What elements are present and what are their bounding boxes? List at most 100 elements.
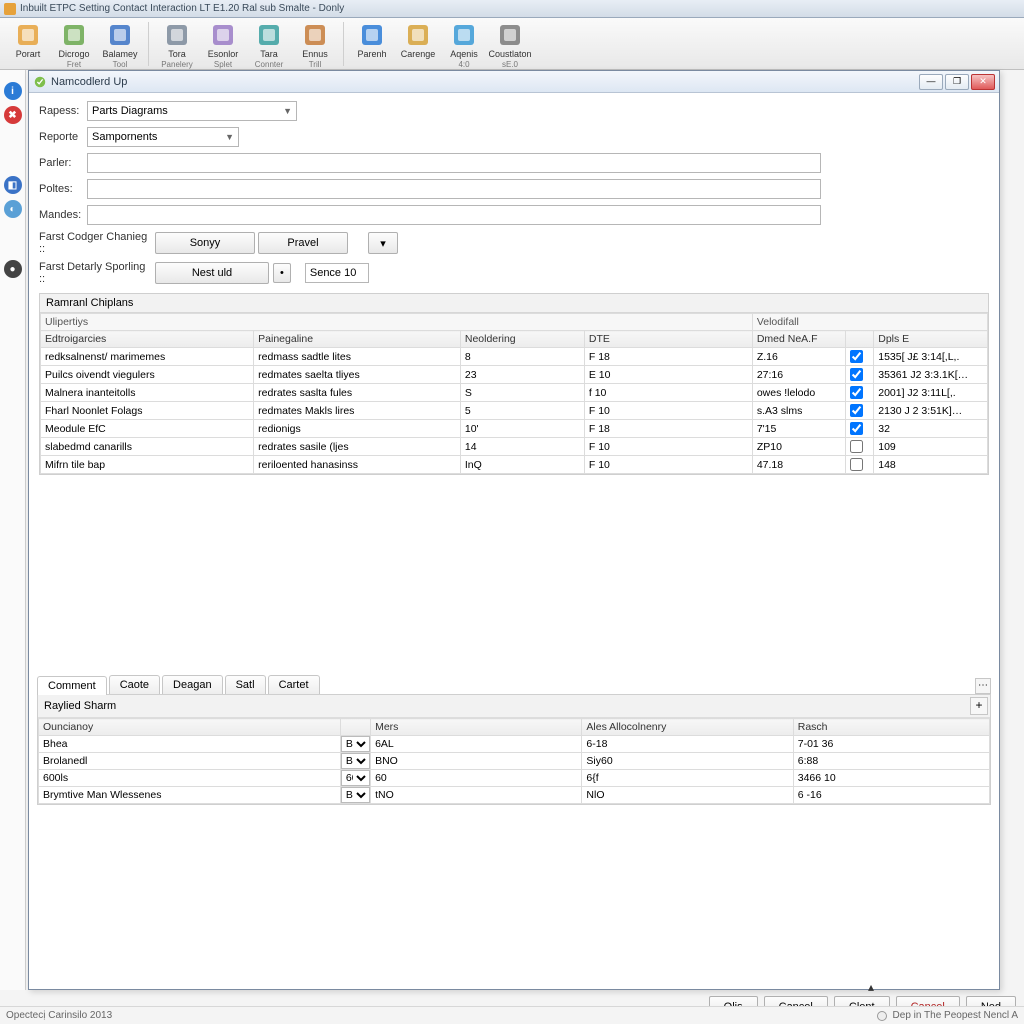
row-checkbox[interactable] xyxy=(850,404,863,417)
grid-section: Ramranl Chiplans Ulipertiys Velodifall E… xyxy=(39,293,989,475)
table-row[interactable]: 600ls600ls606{f3466 10 xyxy=(39,770,990,787)
parler-input[interactable] xyxy=(87,153,821,173)
ribbon-tool-1[interactable]: DicrogoFret xyxy=(52,20,96,71)
table-row[interactable]: redksalnenst/ marimemesredmass sadtle li… xyxy=(41,348,988,366)
row-select[interactable]: 600ls xyxy=(341,770,370,786)
row-select[interactable]: Brymtive Man Wlessenes xyxy=(341,787,370,803)
subpanel-table: Ouncianoy MersAles AllocolnenryRasch Bhea… xyxy=(38,718,990,804)
ribbon-tool-9[interactable]: Aqenis4:0 xyxy=(442,20,486,71)
leftpanel-icon-2[interactable]: ✖ xyxy=(4,106,22,124)
subpanel-add-button[interactable]: + xyxy=(970,697,988,715)
tab-cartet[interactable]: Cartet xyxy=(268,675,320,694)
nest-button[interactable]: Nest uld xyxy=(155,262,269,284)
chevron-down-icon: ▾ xyxy=(380,237,386,250)
grid-col-header[interactable]: Edtroigarcies xyxy=(41,331,254,348)
grid-col-header[interactable]: Neoldering xyxy=(460,331,584,348)
lower-tabs: CommentCaoteDeaganSatlCartet ⋯ xyxy=(29,675,999,694)
row-checkbox[interactable] xyxy=(850,350,863,363)
ribbon-toolbar: PorartDicrogoFretBalameyTool ToraPanelery… xyxy=(0,18,1024,70)
row-checkbox[interactable] xyxy=(850,368,863,381)
app-icon xyxy=(4,3,16,15)
codger-dropdown-button[interactable]: ▾ xyxy=(368,232,398,254)
reporte-label: Reporte xyxy=(39,131,83,143)
dialog-window: Namcodlerd Up — ❐ ✕ Rapess: Parts Diagra… xyxy=(28,70,1000,990)
row-checkbox[interactable] xyxy=(850,440,863,453)
subpanel-col-header[interactable]: Mers xyxy=(371,719,582,736)
subpanel-col-header[interactable]: Ales Allocolnenry xyxy=(582,719,793,736)
nest-split-button[interactable]: • xyxy=(273,263,291,283)
pravel-button[interactable]: Pravel xyxy=(258,232,348,254)
table-row[interactable]: Mifrn tile bapreriloented hanasinssInQF … xyxy=(41,456,988,474)
status-bar: Opectecị Carinsilo 2013 Dep in The Peope… xyxy=(0,1006,1024,1024)
table-row[interactable]: Puilcs oivendt viegulersredmates saelta … xyxy=(41,366,988,384)
dialog-titlebar: Namcodlerd Up — ❐ ✕ xyxy=(29,71,999,93)
poltes-input[interactable] xyxy=(87,179,821,199)
rapess-label: Rapess: xyxy=(39,105,83,117)
ribbon-tool-2[interactable]: BalameyTool xyxy=(98,20,142,71)
parler-label: Parler: xyxy=(39,157,83,169)
chevron-down-icon: ▼ xyxy=(225,132,234,142)
row-checkbox[interactable] xyxy=(850,386,863,399)
tabs-overflow-button[interactable]: ⋯ xyxy=(975,678,991,694)
grid-subhead-right: Velodifall xyxy=(752,314,987,331)
table-row[interactable]: BrolanedlBrolanedlBNOSiy606:88 xyxy=(39,753,990,770)
table-row[interactable]: BheaBhea6AL6-187-01 36 xyxy=(39,736,990,753)
close-button[interactable]: ✕ xyxy=(971,74,995,90)
subpanel-col-header[interactable] xyxy=(340,719,370,736)
subpanel-title: Raylied Sharm xyxy=(38,697,968,715)
row-select[interactable]: Bhea xyxy=(341,736,370,752)
ribbon-tool-7[interactable]: Parenh xyxy=(350,20,394,63)
poltes-label: Poltes: xyxy=(39,183,83,195)
sence-field[interactable]: Sence 10 xyxy=(305,263,369,283)
mandes-label: Mandes: xyxy=(39,209,83,221)
leftpanel-icon-3[interactable]: ◧ xyxy=(4,176,22,194)
table-row[interactable]: Meodule EfCredionigs10'F 187'1532 xyxy=(41,420,988,438)
ribbon-tool-5[interactable]: TaraConnter xyxy=(247,20,291,71)
sonyy-button[interactable]: Sonyy xyxy=(155,232,255,254)
status-right: Dep in The Peopest Nencl A xyxy=(893,1010,1018,1021)
ribbon-tool-6[interactable]: EnnusTrill xyxy=(293,20,337,71)
table-row[interactable]: Brymtive Man WlessenesBrymtive Man Wless… xyxy=(39,787,990,804)
subpanel-col-header[interactable]: Rasch xyxy=(793,719,989,736)
subpanel-col-header[interactable]: Ouncianoy xyxy=(39,719,341,736)
ribbon-tool-3[interactable]: ToraPanelery xyxy=(155,20,199,71)
reporte-value: Sampornents xyxy=(92,131,157,143)
leftpanel-icon-4[interactable]: ◐ xyxy=(4,200,22,218)
leftpanel-icon-1[interactable]: i xyxy=(4,82,22,100)
dialog-icon xyxy=(33,75,47,89)
row-select[interactable]: Brolanedl xyxy=(341,753,370,769)
grid-col-header[interactable]: DTE xyxy=(584,331,752,348)
ribbon-tool-10[interactable]: CoustlatonsE.0 xyxy=(488,20,532,71)
app-titlebar: Inbuilt ETPC Setting Contact Interaction… xyxy=(0,0,1024,18)
tab-comment[interactable]: Comment xyxy=(37,676,107,695)
status-left: Opectecị Carinsilo 2013 xyxy=(6,1010,112,1021)
maximize-button[interactable]: ❐ xyxy=(945,74,969,90)
leftpanel-icon-5[interactable]: ● xyxy=(4,260,22,278)
table-row[interactable]: Fharl Noonlet Folagsredmates Makls lires… xyxy=(41,402,988,420)
tab-satl[interactable]: Satl xyxy=(225,675,266,694)
detary-label: Farst Detarly Sporling :: xyxy=(39,261,151,285)
grid-col-header[interactable]: Painegaline xyxy=(254,331,461,348)
grid-col-header[interactable]: Dmed NeA.F xyxy=(752,331,845,348)
mandes-input[interactable] xyxy=(87,205,821,225)
subpanel: Raylied Sharm + Ouncianoy MersAles Alloco… xyxy=(37,694,991,805)
table-row[interactable]: Malnera inanteitollsredrates saslta fule… xyxy=(41,384,988,402)
row-checkbox[interactable] xyxy=(850,422,863,435)
tab-caote[interactable]: Caote xyxy=(109,675,160,694)
codger-label: Farst Codger Chanieg :: xyxy=(39,231,151,255)
minimize-button[interactable]: — xyxy=(919,74,943,90)
arrow-up-icon: ▴ xyxy=(868,980,874,994)
grid-col-header[interactable]: Dpls E xyxy=(874,331,988,348)
ribbon-tool-8[interactable]: Carenge xyxy=(396,20,440,63)
tab-deagan[interactable]: Deagan xyxy=(162,675,223,694)
table-row[interactable]: slabedmd canarillsredrates sasile (ljes1… xyxy=(41,438,988,456)
ribbon-tool-0[interactable]: Porart xyxy=(6,20,50,63)
row-checkbox[interactable] xyxy=(850,458,863,471)
reporte-combo[interactable]: Sampornents ▼ xyxy=(87,127,239,147)
left-panel: i ✖ ◧ ◐ ● xyxy=(0,70,26,990)
ribbon-tool-4[interactable]: EsonlorSplet xyxy=(201,20,245,71)
grid-table: Ulipertiys Velodifall EdtroigarciesPaine… xyxy=(40,313,988,474)
rapess-combo[interactable]: Parts Diagrams ▼ xyxy=(87,101,297,121)
grid-col-header[interactable] xyxy=(845,331,873,348)
grid-subhead-left: Ulipertiys xyxy=(41,314,753,331)
